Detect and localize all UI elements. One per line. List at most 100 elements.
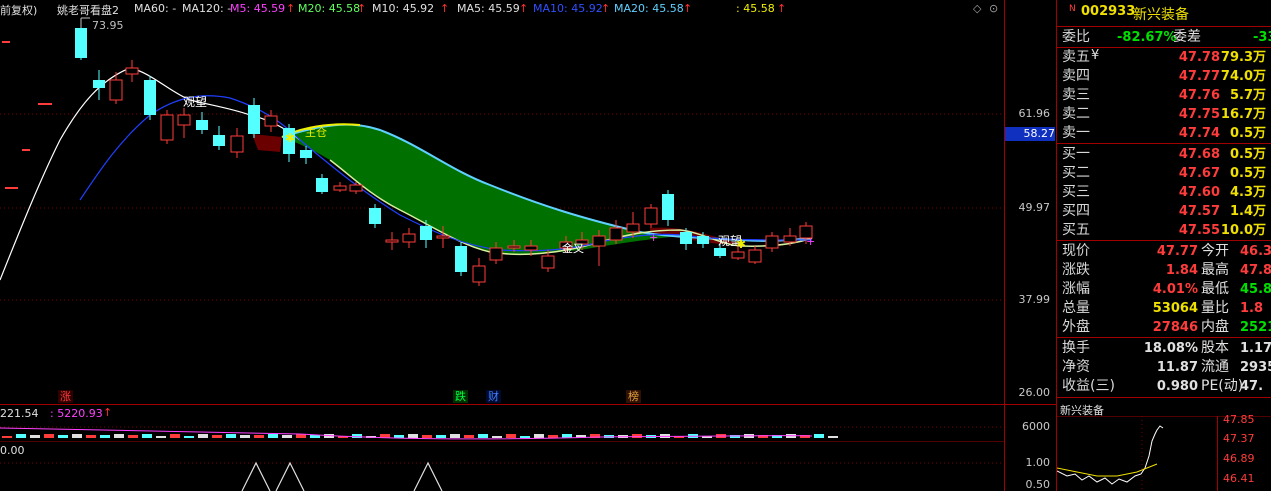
ask-volume: 5.7万: [1229, 88, 1266, 103]
candle-body: [472, 265, 486, 283]
indicator-left-value: 0.00: [0, 444, 25, 457]
y-tick-4: 26.00: [1018, 386, 1051, 399]
volume-bar: [72, 434, 82, 438]
candle-body: [160, 114, 174, 141]
volume-bar: [58, 435, 68, 438]
quote-label-2: 量比: [1201, 300, 1229, 316]
bid-row[interactable]: 买五 47.55 10.0万: [1057, 221, 1271, 240]
candle-body: [349, 184, 363, 192]
bid-row[interactable]: 买二 47.67 0.5万: [1057, 164, 1271, 183]
ask-row[interactable]: 卖四47.7774.0万+2: [1057, 67, 1271, 86]
volume-bar: [170, 434, 180, 438]
volume-bar: [814, 434, 824, 438]
badge-bang[interactable]: 榜: [626, 390, 641, 403]
stock-name: 新兴装备: [1133, 7, 1189, 23]
settings-icon[interactable]: ⊙: [989, 2, 998, 15]
volume-bar: [212, 435, 222, 438]
badge-zhang[interactable]: 涨: [58, 390, 73, 403]
fund-label-1: 净资: [1062, 359, 1090, 375]
volume-bar: [86, 435, 96, 438]
bid-row[interactable]: 买一 47.68 0.5万: [1057, 145, 1271, 164]
ma60-label: MA60: -: [134, 2, 177, 15]
bid-volume: 0.5万: [1229, 166, 1266, 181]
ask-volume: 0.5万: [1229, 126, 1266, 141]
ask-row[interactable]: 卖二47.7516.7万+3: [1057, 105, 1271, 124]
candle-body: [369, 208, 381, 224]
quote-label-1: 涨幅: [1062, 281, 1090, 297]
ask-row[interactable]: 卖三47.765.7万-: [1057, 86, 1271, 105]
fund-value-2: 47.: [1240, 379, 1264, 394]
fund-value-2: 2935万: [1240, 360, 1271, 375]
candle-body: [455, 246, 467, 272]
ask-volume: 74.0万: [1220, 69, 1266, 84]
bid-label: 买五: [1062, 222, 1090, 238]
candle-body: [109, 79, 123, 101]
bid-row[interactable]: 买四 47.57 1.4万: [1057, 202, 1271, 221]
left-price-dashes: [2, 41, 52, 189]
diamond-icon[interactable]: ◇: [973, 2, 981, 15]
indicator-spikes: [241, 461, 443, 491]
candle-body: [333, 185, 347, 191]
candle-body: [524, 245, 538, 251]
quote-label-1: 涨跌: [1062, 262, 1090, 278]
ask-volume: 16.7万: [1220, 107, 1266, 122]
volume-y-tick: 6000: [1022, 420, 1050, 433]
candle-body: [507, 245, 521, 249]
volume-bar: [226, 434, 236, 438]
wei-cha-value: -33: [1253, 30, 1271, 45]
candle-body: [783, 235, 797, 243]
fund-value-1: 11.87: [1156, 360, 1198, 375]
volume-bar: [632, 434, 642, 438]
fund-label-2: PE(动): [1201, 378, 1244, 394]
quote-label-2: 最低: [1201, 281, 1229, 297]
fund-label-1: 换手: [1062, 340, 1090, 356]
fund-row: 收益(三) 0.980 PE(动) 47.: [1057, 377, 1271, 396]
volume-bar: [156, 436, 166, 438]
volume-bar: [2, 436, 12, 438]
ask-label: 卖一: [1062, 125, 1090, 141]
volume-bar: [142, 434, 152, 438]
badge-die[interactable]: 跌: [453, 390, 468, 403]
bid-volume: 10.0万: [1220, 223, 1266, 238]
star-marker: ✱: [285, 131, 295, 145]
ask-row[interactable]: 卖一 47.74 0.5万: [1057, 124, 1271, 143]
volume-bar: [464, 435, 474, 438]
fund-row: 净资 11.87流通 2935万: [1057, 358, 1271, 377]
quote-label-2: 内盘: [1201, 319, 1229, 335]
y-tick-1: 61.96: [1018, 107, 1051, 120]
candle-body: [125, 67, 139, 75]
candle-body: [662, 194, 674, 220]
volume-bar: [100, 435, 110, 438]
badge-cai[interactable]: 财: [486, 390, 501, 403]
kline-chart[interactable]: 73.95 观望 主仓 金叉 观望 ✱ + ✱ +: [0, 0, 1056, 491]
y-tick-3: 37.99: [1018, 293, 1051, 306]
candle-body: [75, 28, 87, 58]
quote-label-1: 总量: [1062, 300, 1090, 316]
formula-name[interactable]: 姚老哥看盘2: [57, 2, 119, 18]
star-marker: ✱: [736, 237, 746, 251]
candle-body: [748, 249, 762, 263]
volume-bar: [198, 434, 208, 438]
quote-value-2: 45.8: [1240, 282, 1271, 297]
candle-body: [714, 248, 726, 256]
high-price-label: 73.95: [92, 19, 124, 32]
candle-body: [731, 251, 745, 259]
ask-row[interactable]: 卖五47.7879.3万-: [1057, 48, 1271, 67]
fund-label-2: 流通: [1201, 359, 1229, 375]
volume-bar: [184, 436, 194, 438]
signal-golden-cross: 金叉: [562, 241, 584, 255]
volume-bar: [548, 435, 558, 438]
m5-label: M5: 45.59: [230, 2, 286, 15]
quote-row: 外盘 27846内盘 2521: [1057, 318, 1271, 337]
candle-body: [385, 239, 399, 243]
signal-buy: 主仓: [305, 125, 327, 139]
cross-marker: +: [806, 235, 815, 248]
bid-row[interactable]: 买三 47.60 4.3万: [1057, 183, 1271, 202]
last-value-label: : 45.58: [736, 2, 775, 15]
adjust-mode[interactable]: 前复权): [0, 2, 37, 18]
fund-value-2: 1.17亿: [1240, 341, 1271, 356]
quote-value-1: 4.01%: [1152, 282, 1198, 297]
bid-label: 买二: [1062, 165, 1090, 181]
quote-panel: N 002933 新兴装备 委比 -82.67% 委差 -33 卖五47.787…: [1056, 0, 1271, 491]
volume-right-value: : 5220.93: [50, 407, 103, 420]
